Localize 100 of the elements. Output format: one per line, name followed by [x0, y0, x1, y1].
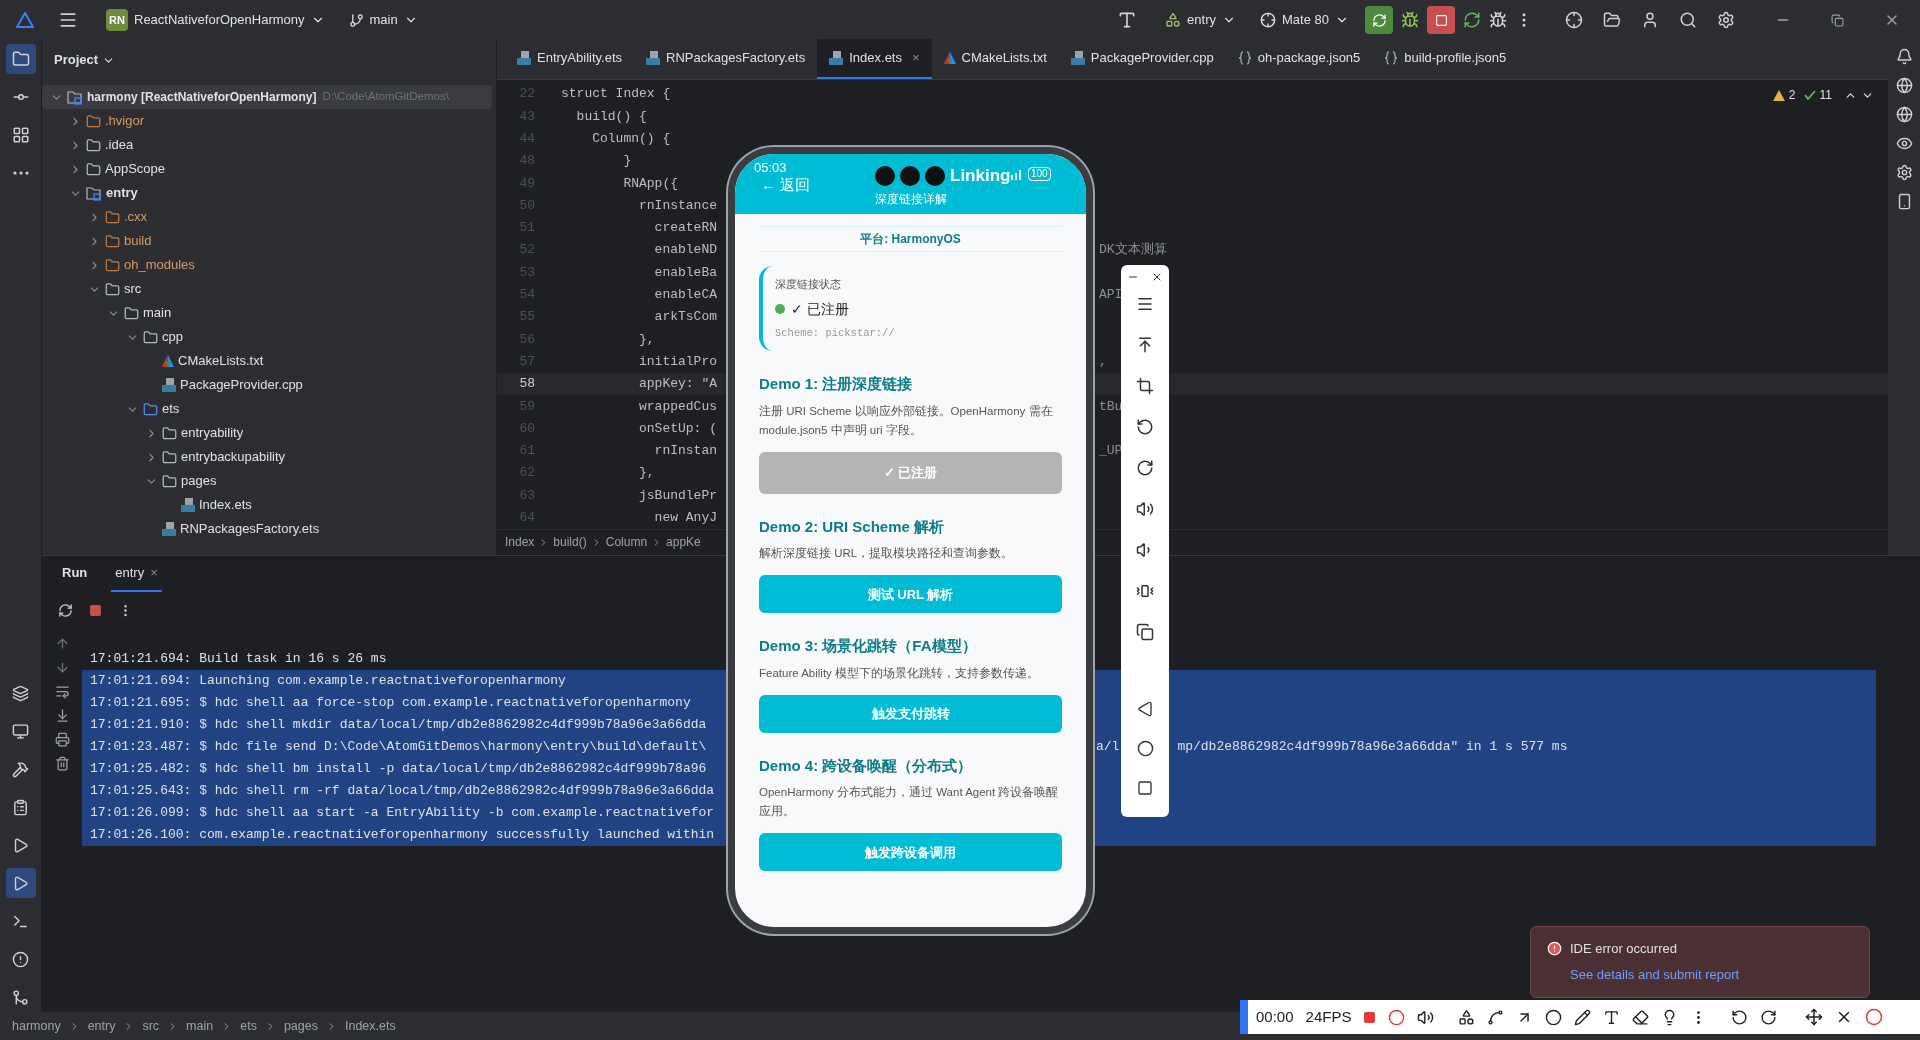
project-tool-button[interactable] [5, 44, 36, 74]
device-selector[interactable]: Mate 80 [1252, 10, 1357, 30]
editor-tab[interactable]: oh-package.json5 [1225, 39, 1373, 79]
tree-item[interactable]: RNPackagesFactory.ets [180, 519, 320, 539]
editor-tab[interactable]: PackageProvider.cpp [1058, 39, 1226, 79]
rerun-icon[interactable] [58, 602, 73, 618]
stop-icon[interactable] [1363, 1010, 1377, 1024]
text-icon[interactable] [1603, 1008, 1621, 1026]
report-link[interactable]: See details and submit report [1570, 964, 1853, 984]
rotate-left-icon[interactable] [1136, 418, 1154, 436]
arrow-up-line-icon[interactable] [1136, 336, 1154, 354]
tree-item[interactable]: entry [106, 183, 138, 203]
run-tab[interactable]: entry × [111, 556, 162, 592]
menu-icon[interactable] [58, 10, 78, 30]
menu-icon[interactable] [1136, 295, 1154, 313]
back-icon[interactable] [1137, 701, 1153, 717]
editor-tab[interactable]: build-profile.json5 [1372, 39, 1519, 79]
tree-item[interactable]: entrybackupability [181, 447, 286, 467]
rotate-right-icon[interactable] [1136, 459, 1154, 477]
tree-item[interactable]: entryability [181, 423, 244, 443]
bug-icon[interactable] [1489, 11, 1507, 29]
tree-item[interactable]: cpp [162, 327, 183, 347]
tree-item[interactable]: CMakeLists.txt [178, 351, 264, 371]
record-icon[interactable] [1865, 1008, 1884, 1026]
notification-icon[interactable] [1895, 48, 1913, 65]
path-item[interactable]: ets [240, 1016, 257, 1036]
breadcrumb-item[interactable]: appKe [666, 533, 701, 552]
tree-item[interactable]: Index.ets [199, 495, 252, 515]
reload-icon[interactable] [1463, 11, 1481, 29]
run-tool-button[interactable] [5, 868, 36, 898]
print-icon[interactable] [54, 732, 70, 747]
arrow-down-icon[interactable] [54, 660, 70, 675]
search-icon[interactable] [1679, 11, 1697, 29]
run-tab[interactable]: Run [58, 556, 92, 592]
curve-icon[interactable] [1487, 1008, 1505, 1026]
stop-icon[interactable] [89, 603, 102, 617]
tree-item[interactable]: main [143, 303, 172, 323]
editor-tab[interactable]: RNPackagesFactory.ets [634, 39, 818, 79]
code-line: enableBa [653, 264, 718, 280]
check-count[interactable]: 11 [1819, 86, 1832, 104]
stop-button[interactable] [1427, 6, 1455, 34]
tree-item[interactable]: .idea [105, 135, 134, 155]
screenshot-icon[interactable] [1136, 623, 1154, 641]
path-item[interactable]: entry [87, 1016, 116, 1036]
path-item[interactable]: harmony [12, 1016, 61, 1036]
run-button[interactable] [1365, 6, 1393, 34]
panel-title[interactable]: Project [54, 50, 99, 70]
editor-tab[interactable]: Index.ets × [817, 39, 932, 79]
text-tool-icon[interactable] [1117, 10, 1138, 30]
close-tab-button[interactable]: × [912, 48, 920, 68]
settings-icon[interactable] [1717, 11, 1735, 29]
tree-item[interactable]: PackageProvider.cpp [180, 375, 303, 395]
path-item[interactable]: Index.ets [344, 1016, 396, 1036]
volume-icon[interactable] [1417, 1008, 1435, 1026]
path-item[interactable]: src [142, 1016, 160, 1036]
globe-icon[interactable] [1895, 106, 1913, 123]
undo-icon[interactable] [1731, 1008, 1749, 1026]
close-icon[interactable] [1151, 271, 1163, 283]
arrow-up-icon[interactable] [54, 636, 70, 651]
tree-item[interactable]: build [124, 231, 152, 251]
tree-item[interactable]: harmony [ReactNativeforOpenHarmony] [87, 88, 317, 106]
tree-item[interactable]: .hvigor [105, 111, 145, 131]
tree-item[interactable]: ets [162, 399, 180, 419]
trash-icon[interactable] [54, 756, 70, 771]
breadcrumb-item[interactable]: Index [505, 533, 535, 552]
tree-item[interactable]: pages [181, 471, 217, 491]
tree-item[interactable]: oh_modules [124, 255, 195, 275]
crop-icon[interactable] [1136, 377, 1154, 395]
path-item[interactable]: pages [283, 1016, 318, 1036]
shake-icon[interactable] [1136, 582, 1154, 600]
volume-up-icon[interactable] [1136, 500, 1154, 518]
branch-selector[interactable]: main [340, 5, 426, 35]
recents-icon[interactable] [1137, 780, 1153, 796]
folder-icon[interactable] [1603, 11, 1621, 29]
warning-count[interactable]: 2 [1788, 86, 1796, 104]
tree-item[interactable]: src [124, 279, 142, 299]
editor-tab[interactable]: EntryAbility.ets [505, 39, 634, 79]
wrap-icon[interactable] [54, 684, 70, 699]
move-icon[interactable] [1805, 1008, 1824, 1026]
pencil-icon[interactable] [1574, 1008, 1592, 1026]
restore-icon[interactable] [1831, 13, 1844, 27]
tree-item[interactable]: AppScope [105, 159, 165, 179]
tree-item[interactable]: .cxx [124, 207, 148, 227]
target-icon[interactable] [1565, 11, 1583, 29]
breadcrumb-item[interactable]: Column [605, 533, 648, 552]
home-icon[interactable] [1136, 740, 1154, 757]
globe-icon[interactable] [1895, 77, 1913, 94]
shapes-icon[interactable] [1458, 1008, 1476, 1026]
user-icon[interactable] [1641, 11, 1659, 29]
project-selector[interactable]: RN ReactNativeforOpenHarmony [98, 5, 333, 35]
debug-icon[interactable] [1401, 11, 1419, 29]
close-tab-button[interactable]: × [150, 563, 158, 583]
path-item[interactable]: main [186, 1016, 214, 1036]
redo-icon[interactable] [1760, 1008, 1778, 1026]
breadcrumb-item[interactable]: build() [553, 533, 587, 552]
editor-tab[interactable]: CMakeLists.txt [931, 39, 1059, 79]
eye-icon[interactable] [1895, 135, 1913, 152]
eraser-icon[interactable] [1632, 1008, 1650, 1026]
run-config-selector[interactable]: entry [1157, 10, 1244, 30]
gear-icon[interactable] [1895, 164, 1913, 181]
